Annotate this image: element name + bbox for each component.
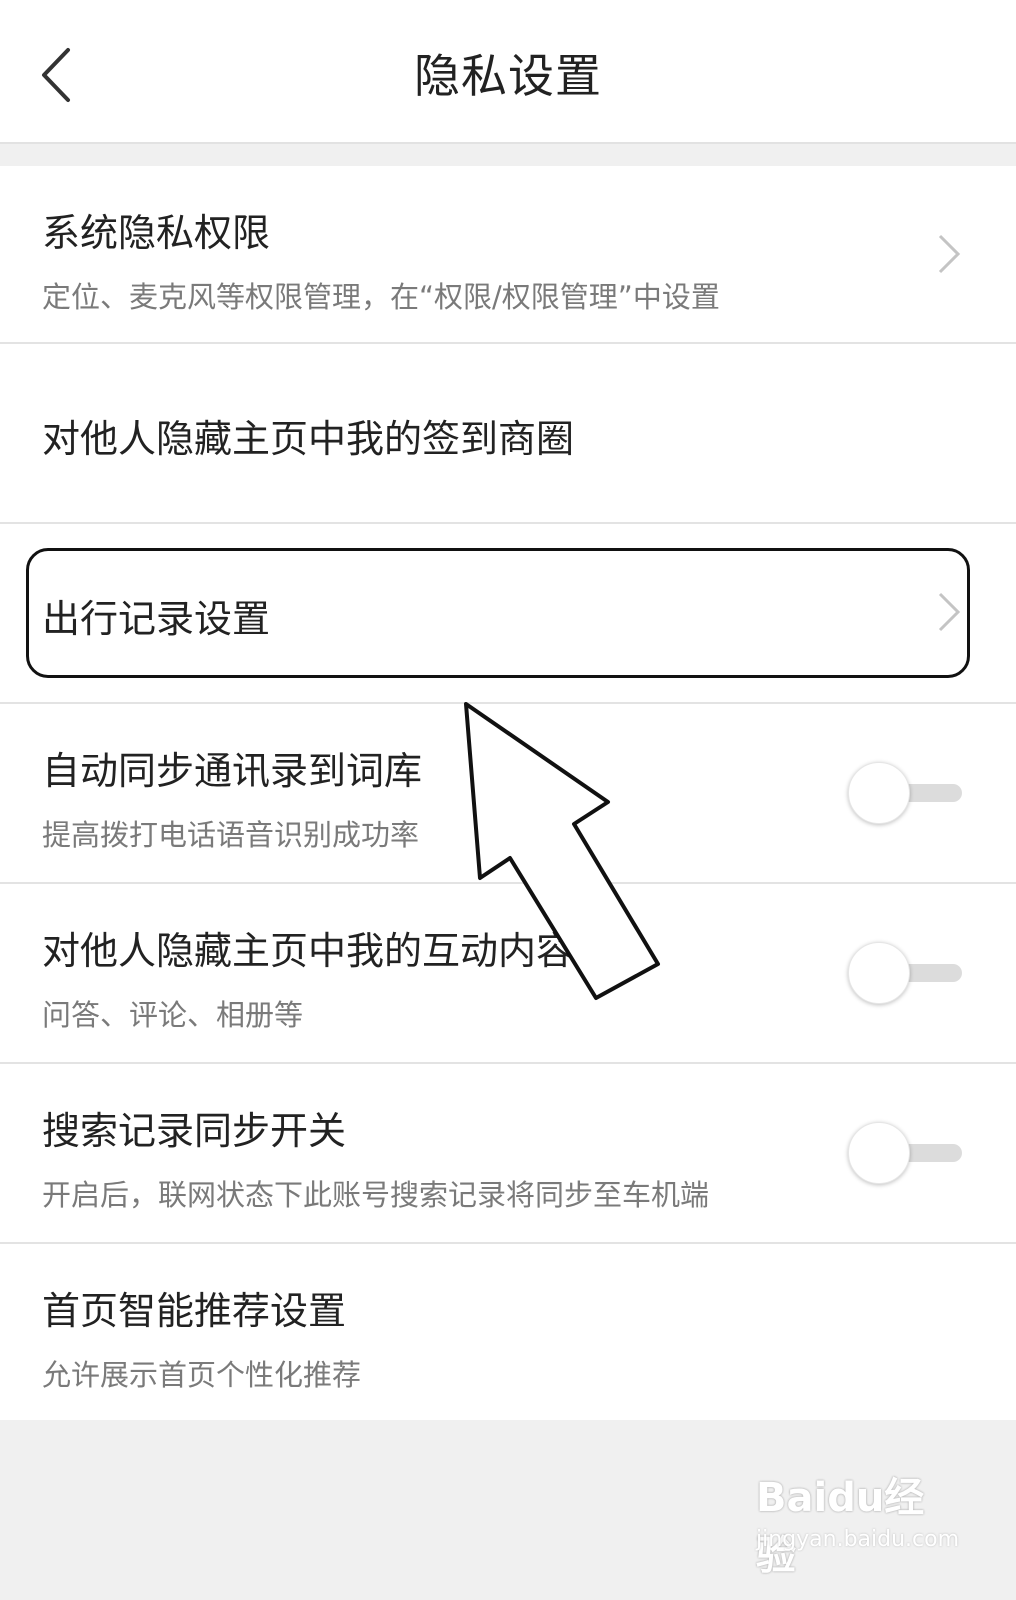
toggle-knob	[848, 942, 910, 1004]
sync-contacts-toggle[interactable]	[848, 762, 966, 824]
row-subtitle: 问答、评论、相册等	[42, 998, 304, 1032]
row-sync-contacts: 自动同步通讯录到词库 提高拨打电话语音识别成功率	[0, 704, 1016, 884]
row-title: 系统隐私权限	[42, 211, 271, 255]
row-subtitle: 定位、麦克风等权限管理，在“权限/权限管理”中设置	[42, 280, 720, 314]
row-hide-interactions: 对他人隐藏主页中我的互动内容 问答、评论、相册等	[0, 884, 1016, 1064]
toggle-knob	[848, 1122, 910, 1184]
row-homepage-recommend[interactable]: 首页智能推荐设置 允许展示首页个性化推荐	[0, 1244, 1016, 1420]
watermark-url: jingyan.baidu.com	[756, 1527, 960, 1552]
header-bar: 隐私设置	[0, 0, 1016, 144]
row-subtitle: 开启后，联网状态下此账号搜索记录将同步至车机端	[42, 1178, 710, 1212]
settings-list: 系统隐私权限 定位、麦克风等权限管理，在“权限/权限管理”中设置 对他人隐藏主页…	[0, 166, 1016, 1420]
page-title: 隐私设置	[414, 49, 602, 103]
search-sync-toggle[interactable]	[848, 1122, 966, 1184]
chevron-right-icon	[938, 234, 961, 274]
hide-interactions-toggle[interactable]	[848, 942, 966, 1004]
row-title: 搜索记录同步开关	[42, 1109, 347, 1153]
row-title: 对他人隐藏主页中我的签到商圈	[42, 417, 575, 461]
row-hide-checkin[interactable]: 对他人隐藏主页中我的签到商圈	[0, 344, 1016, 524]
row-travel-records[interactable]: 出行记录设置	[0, 524, 1016, 704]
row-search-sync: 搜索记录同步开关 开启后，联网状态下此账号搜索记录将同步至车机端	[0, 1064, 1016, 1244]
row-subtitle: 允许展示首页个性化推荐	[42, 1358, 362, 1392]
toggle-knob	[848, 762, 910, 824]
baidu-watermark: Baidu经验 jingyan.baidu.com	[756, 1455, 960, 1579]
row-subtitle: 提高拨打电话语音识别成功率	[42, 818, 420, 852]
watermark-brand: Baidu经验	[756, 1475, 925, 1579]
row-title: 对他人隐藏主页中我的互动内容	[42, 929, 575, 973]
row-title: 自动同步通讯录到词库	[42, 749, 423, 793]
chevron-right-icon	[938, 592, 961, 632]
row-title: 首页智能推荐设置	[42, 1289, 347, 1333]
row-system-privacy[interactable]: 系统隐私权限 定位、麦克风等权限管理，在“权限/权限管理”中设置	[0, 166, 1016, 344]
row-title: 出行记录设置	[42, 597, 271, 641]
